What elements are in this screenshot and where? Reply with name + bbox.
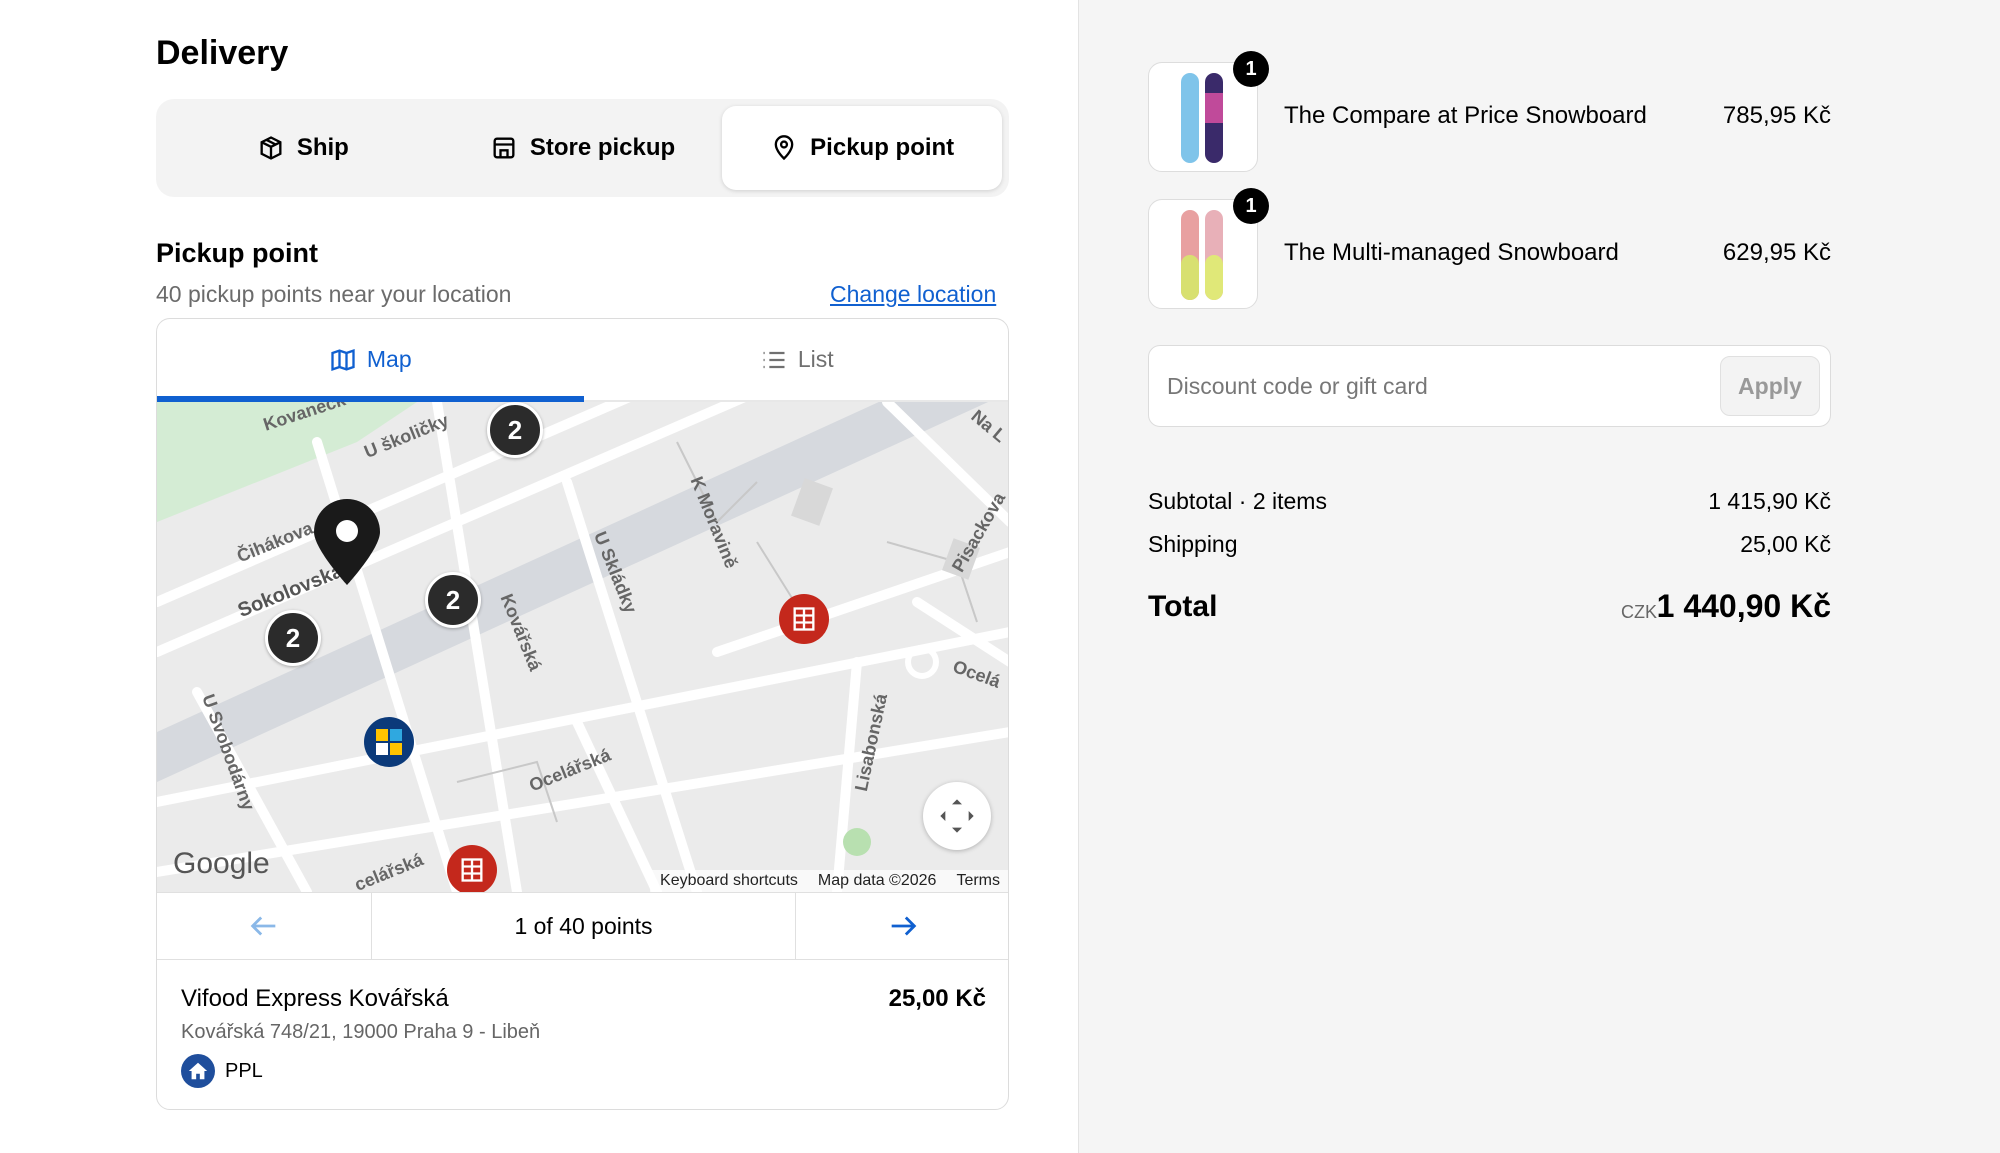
delivery-method-selector: Ship Store pickup Pickup point: [156, 99, 1009, 197]
store-pickup-label: Store pickup: [529, 134, 676, 161]
pickup-point-heading: Pickup point: [156, 238, 318, 268]
map-icon: [331, 348, 355, 371]
location-carrier: PPL: [181, 1054, 986, 1088]
discount-code-input[interactable]: [1151, 348, 1701, 424]
cart-item: 1 The Multi-managed Snowboard 629,95 Kč: [1148, 188, 1831, 309]
subtotal-label: Subtotal · 2 items: [1148, 488, 1327, 514]
delivery-heading: Delivery: [156, 34, 289, 72]
product-price: 629,95 Kč: [1722, 239, 1831, 266]
tab-list-label: List: [797, 346, 834, 372]
map-cluster[interactable]: 2: [487, 402, 543, 458]
map-cluster[interactable]: 2: [425, 572, 481, 628]
quantity-badge: 1: [1233, 188, 1269, 224]
subtotal-value: 1 415,90 Kč: [1708, 488, 1831, 514]
product-name: The Multi-managed Snowboard: [1284, 239, 1619, 266]
tab-map[interactable]: Map: [157, 319, 584, 402]
terms-link[interactable]: Terms: [956, 872, 1000, 890]
shipping-row: Shipping 25,00 Kč: [1148, 531, 1831, 558]
checkout-left-panel: Delivery Ship Store pickup Pickup point …: [0, 0, 1078, 1153]
location-price: 25,00 Kč: [888, 985, 986, 1012]
product-name: The Compare at Price Snowboard: [1284, 102, 1647, 129]
pickup-box-marker-icon[interactable]: [779, 594, 829, 644]
ship-option[interactable]: Ship: [163, 106, 443, 190]
change-location-link[interactable]: Change location: [830, 281, 996, 308]
cart-item: 1 The Compare at Price Snowboard 785,95 …: [1148, 51, 1831, 172]
selected-pickup-location[interactable]: Vifood Express Kovářská 25,00 Kč Kovářsk…: [181, 985, 986, 1088]
pickup-map[interactable]: Kovaneck U školičky Čihákova Sokolovská …: [157, 402, 1008, 892]
total-value: 1 440,90 Kč: [1656, 588, 1831, 624]
pickup-pager: 1 of 40 points: [157, 892, 1008, 960]
previous-point-button[interactable]: [157, 893, 371, 959]
store-pickup-option[interactable]: Store pickup: [443, 106, 723, 190]
package-icon: [260, 136, 282, 160]
location-name: Vifood Express Kovářská: [181, 985, 449, 1012]
map-data-label: Map data ©2026: [817, 872, 937, 889]
location-address: Kovářská 748/21, 19000 Praha 9 - Libeň: [181, 1021, 541, 1043]
store-icon: [493, 137, 515, 159]
selected-location-marker-icon[interactable]: [312, 497, 382, 587]
currency-code: CZK: [1621, 602, 1657, 622]
map-list-tabs: Map List: [157, 319, 1009, 402]
google-logo: Google: [173, 847, 270, 880]
shipping-label: Shipping: [1148, 531, 1238, 557]
keyboard-shortcuts-link[interactable]: Keyboard shortcuts: [660, 872, 798, 890]
map-cluster[interactable]: 2: [265, 610, 321, 666]
tab-map-label: Map: [366, 346, 412, 372]
ship-label: Ship: [296, 134, 349, 161]
quantity-badge: 1: [1233, 51, 1269, 87]
pickup-box-marker-icon[interactable]: [447, 845, 497, 892]
expand-arrows-icon: [940, 799, 974, 833]
parcel-locker-icon: [461, 858, 483, 882]
discount-form: Apply: [1148, 345, 1831, 427]
total-label: Total: [1148, 590, 1218, 623]
shipping-value: 25,00 Kč: [1740, 531, 1831, 557]
subtotal-row: Subtotal · 2 items 1 415,90 Kč: [1148, 488, 1831, 515]
map-footer: Keyboard shortcuts Map data ©2026 Terms: [650, 870, 1008, 892]
carrier-marker-icon[interactable]: [364, 717, 414, 767]
pickup-point-count: 40 pickup points near your location: [156, 281, 512, 307]
fullscreen-button[interactable]: [923, 782, 991, 850]
apply-discount-button[interactable]: Apply: [1720, 356, 1820, 416]
carrier-name: PPL: [225, 1059, 263, 1082]
product-thumbnail: 1: [1148, 51, 1269, 172]
ppl-home-icon: [181, 1054, 215, 1088]
list-icon: [763, 351, 785, 368]
pickup-point-card: Map List Kovaneck U školičky Čihákova So…: [156, 318, 1009, 1110]
pickup-point-label: Pickup point: [810, 134, 955, 161]
pickup-point-option[interactable]: Pickup point: [722, 106, 1003, 190]
total-row: Total CZK 1 440,90 Kč: [1148, 588, 1831, 624]
pager-status: 1 of 40 points: [371, 893, 796, 959]
product-thumbnail: 1: [1148, 188, 1269, 309]
next-point-button[interactable]: [796, 893, 1008, 959]
arrow-left-icon: [250, 916, 276, 936]
product-price: 785,95 Kč: [1722, 102, 1831, 129]
carrier-logo-icon: [376, 729, 402, 755]
location-pin-icon: [774, 135, 794, 161]
arrow-right-icon: [891, 916, 917, 936]
tab-list[interactable]: List: [584, 319, 1009, 400]
parcel-locker-icon: [793, 607, 815, 631]
